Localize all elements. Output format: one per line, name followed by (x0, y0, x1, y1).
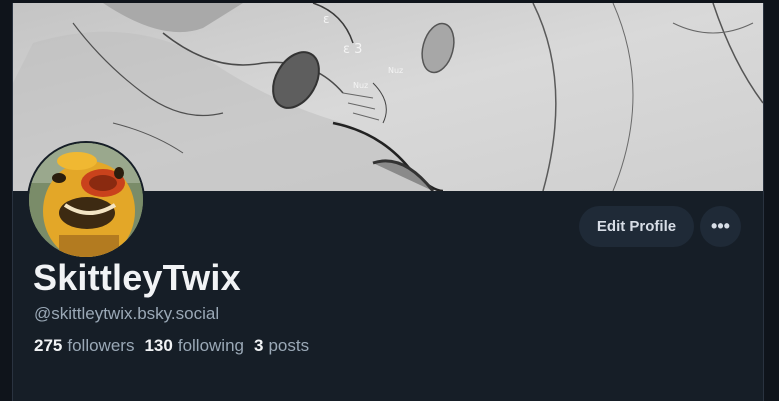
avatar-image (29, 143, 143, 257)
followers-link[interactable]: 275 followers (34, 336, 134, 356)
profile-stats: 275 followers 130 following 3 posts (34, 336, 309, 356)
following-link[interactable]: 130 following (144, 336, 244, 356)
profile-card: ε 3 Nuz Nuz ε Edit Profile ••• SkittleyT… (12, 3, 764, 401)
profile-avatar[interactable] (27, 141, 145, 259)
followers-label: followers (67, 336, 135, 355)
svg-text:ε: ε (323, 12, 330, 26)
svg-text:Nuz: Nuz (353, 81, 368, 90)
following-label: following (177, 336, 244, 355)
display-name: SkittleyTwix (33, 257, 241, 298)
posts-label: posts (268, 336, 310, 355)
more-horizontal-icon: ••• (711, 216, 730, 236)
profile-handle: @skittleytwix.bsky.social (34, 304, 220, 323)
followers-count: 275 (34, 336, 63, 355)
posts-count: 3 (254, 336, 264, 355)
svg-text:ε 3: ε 3 (343, 42, 362, 57)
following-count: 130 (144, 336, 173, 355)
svg-text:Nuz: Nuz (388, 66, 403, 75)
more-options-button[interactable]: ••• (700, 206, 741, 247)
posts-stat: 3 posts (254, 336, 309, 356)
edit-profile-button[interactable]: Edit Profile (579, 206, 694, 247)
